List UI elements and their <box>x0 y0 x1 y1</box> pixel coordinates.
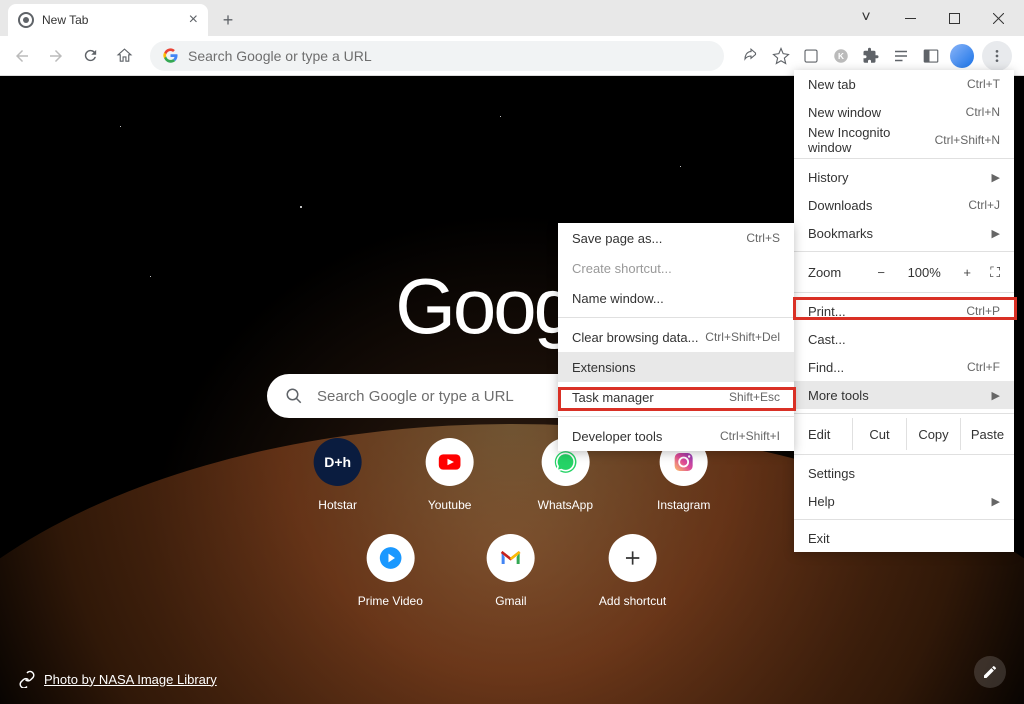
submenu-extensions[interactable]: Extensions <box>558 352 794 382</box>
submenu-save-as[interactable]: Save page as...Ctrl+S <box>558 223 794 253</box>
submenu-dev-tools[interactable]: Developer toolsCtrl+Shift+I <box>558 421 794 451</box>
forward-button[interactable] <box>42 42 70 70</box>
customize-button[interactable] <box>974 656 1006 688</box>
menu-find[interactable]: Find...Ctrl+F <box>794 353 1014 381</box>
maximize-button[interactable] <box>932 3 976 33</box>
tab-title: New Tab <box>42 13 181 27</box>
menu-new-incognito[interactable]: New Incognito windowCtrl+Shift+N <box>794 126 1014 154</box>
menu-exit[interactable]: Exit <box>794 524 1014 552</box>
titlebar: New Tab × + ˅ <box>0 0 1024 36</box>
menu-settings[interactable]: Settings <box>794 459 1014 487</box>
menu-bookmarks[interactable]: Bookmarks▶ <box>794 219 1014 247</box>
menu-new-tab[interactable]: New tabCtrl+T <box>794 70 1014 98</box>
menu-copy[interactable]: Copy <box>906 418 960 450</box>
credit-text: Photo by NASA Image Library <box>44 672 217 687</box>
tab-search-button[interactable]: ˅ <box>844 3 888 33</box>
primevideo-icon <box>366 534 414 582</box>
browser-tab[interactable]: New Tab × <box>8 4 208 36</box>
shortcut-add[interactable]: Add shortcut <box>599 534 666 608</box>
more-tools-submenu: Save page as...Ctrl+S Create shortcut...… <box>558 223 794 451</box>
chrome-menu: New tabCtrl+T New windowCtrl+N New Incog… <box>794 70 1014 552</box>
menu-print[interactable]: Print...Ctrl+P <box>794 297 1014 325</box>
extensions-puzzle-icon[interactable] <box>860 45 882 67</box>
menu-downloads[interactable]: DownloadsCtrl+J <box>794 191 1014 219</box>
youtube-icon <box>426 438 474 486</box>
gmail-icon <box>487 534 535 582</box>
zoom-in-button[interactable]: + <box>956 265 978 280</box>
svg-text:K: K <box>838 52 844 61</box>
search-placeholder: Search Google or type a URL <box>317 388 514 405</box>
toolbar-actions: K <box>736 41 1016 71</box>
menu-more-tools[interactable]: More tools▶ <box>794 381 1014 409</box>
submenu-create-shortcut: Create shortcut... <box>558 253 794 283</box>
menu-edit-row: Edit Cut Copy Paste <box>794 418 1014 450</box>
shortcut-youtube[interactable]: Youtube <box>426 438 474 512</box>
chevron-right-icon: ▶ <box>992 389 1000 402</box>
submenu-task-manager[interactable]: Task managerShift+Esc <box>558 382 794 412</box>
omnibox-placeholder: Search Google or type a URL <box>188 48 372 64</box>
reload-button[interactable] <box>76 42 104 70</box>
menu-button[interactable] <box>982 41 1012 71</box>
background-credit[interactable]: Photo by NASA Image Library <box>18 670 217 688</box>
bookmark-star-icon[interactable] <box>770 45 792 67</box>
fullscreen-icon[interactable]: ⛶ <box>990 264 1000 281</box>
chevron-right-icon: ▶ <box>992 227 1000 240</box>
menu-cut[interactable]: Cut <box>852 418 906 450</box>
menu-help[interactable]: Help▶ <box>794 487 1014 515</box>
submenu-name-window[interactable]: Name window... <box>558 283 794 313</box>
add-icon <box>609 534 657 582</box>
minimize-button[interactable] <box>888 3 932 33</box>
omnibox[interactable]: Search Google or type a URL <box>150 41 724 71</box>
extension-k-icon[interactable]: K <box>830 45 852 67</box>
zoom-level: 100% <box>904 265 944 280</box>
extension-box-icon[interactable] <box>800 45 822 67</box>
home-button[interactable] <box>110 42 138 70</box>
google-g-icon <box>162 48 178 64</box>
menu-history[interactable]: History▶ <box>794 163 1014 191</box>
reading-list-icon[interactable] <box>890 45 912 67</box>
close-tab-icon[interactable]: × <box>189 11 198 29</box>
link-icon <box>18 670 36 688</box>
new-tab-button[interactable]: + <box>214 6 242 34</box>
tab-favicon-icon <box>18 12 34 28</box>
chevron-right-icon: ▶ <box>992 495 1000 508</box>
search-icon <box>285 387 303 405</box>
side-panel-icon[interactable] <box>920 45 942 67</box>
zoom-out-button[interactable]: − <box>870 265 892 280</box>
window-controls: ˅ <box>844 0 1024 36</box>
chevron-right-icon: ▶ <box>992 171 1000 184</box>
menu-zoom: Zoom − 100% + ⛶ <box>794 256 1014 288</box>
back-button[interactable] <box>8 42 36 70</box>
close-window-button[interactable] <box>976 3 1020 33</box>
shortcut-gmail[interactable]: Gmail <box>487 534 535 608</box>
menu-new-window[interactable]: New windowCtrl+N <box>794 98 1014 126</box>
hotstar-icon: D+h <box>314 438 362 486</box>
share-icon[interactable] <box>740 45 762 67</box>
menu-cast[interactable]: Cast... <box>794 325 1014 353</box>
profile-avatar[interactable] <box>950 44 974 68</box>
submenu-clear-data[interactable]: Clear browsing data...Ctrl+Shift+Del <box>558 322 794 352</box>
shortcuts: D+h Hotstar Youtube WhatsApp Instagram P… <box>314 438 711 608</box>
shortcut-hotstar[interactable]: D+h Hotstar <box>314 438 362 512</box>
shortcut-primevideo[interactable]: Prime Video <box>358 534 423 608</box>
menu-paste[interactable]: Paste <box>960 418 1014 450</box>
